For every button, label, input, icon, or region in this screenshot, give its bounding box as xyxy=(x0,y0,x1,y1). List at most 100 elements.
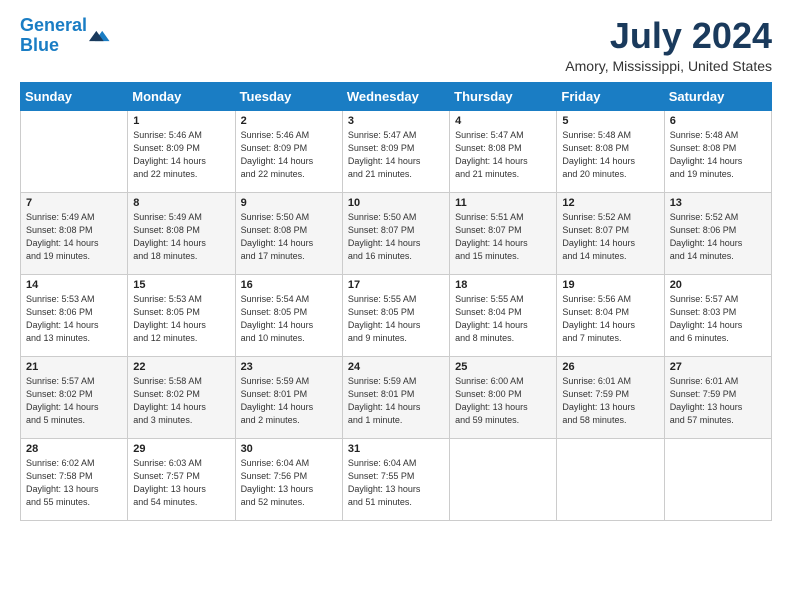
day-cell: 17 Sunrise: 5:55 AM Sunset: 8:05 PM Dayli… xyxy=(342,274,449,356)
day-cell: 14 Sunrise: 5:53 AM Sunset: 8:06 PM Dayli… xyxy=(21,274,128,356)
day-info: Sunrise: 5:52 AM Sunset: 8:07 PM Dayligh… xyxy=(562,211,658,263)
day-info: Sunrise: 5:49 AM Sunset: 8:08 PM Dayligh… xyxy=(26,211,122,263)
day-number: 27 xyxy=(670,361,766,373)
week-row-4: 21 Sunrise: 5:57 AM Sunset: 8:02 PM Dayli… xyxy=(21,356,772,438)
day-cell: 11Sunrise: 5:51 AM Sunset: 8:07 PM Dayli… xyxy=(450,192,557,274)
day-number: 16 xyxy=(241,279,337,291)
day-number: 21 xyxy=(26,361,122,373)
day-info: Sunrise: 5:55 AM Sunset: 8:05 PM Dayligh… xyxy=(348,293,444,345)
day-info: Sunrise: 6:01 AM Sunset: 7:59 PM Dayligh… xyxy=(562,375,658,427)
day-number: 5 xyxy=(562,115,658,127)
day-cell: 21 Sunrise: 5:57 AM Sunset: 8:02 PM Dayli… xyxy=(21,356,128,438)
day-info: Sunrise: 5:56 AM Sunset: 8:04 PM Dayligh… xyxy=(562,293,658,345)
logo-line1: General xyxy=(20,15,87,35)
day-cell: 7 Sunrise: 5:49 AM Sunset: 8:08 PM Daylig… xyxy=(21,192,128,274)
day-info: Sunrise: 5:50 AM Sunset: 8:07 PM Dayligh… xyxy=(348,211,444,263)
logo: General Blue xyxy=(20,16,111,56)
day-number: 8 xyxy=(133,197,229,209)
day-info: Sunrise: 5:58 AM Sunset: 8:02 PM Dayligh… xyxy=(133,375,229,427)
day-cell: 18Sunrise: 5:55 AM Sunset: 8:04 PM Dayli… xyxy=(450,274,557,356)
day-number: 23 xyxy=(241,361,337,373)
week-row-1: 1Sunrise: 5:46 AM Sunset: 8:09 PM Daylig… xyxy=(21,110,772,192)
day-cell: 27 Sunrise: 6:01 AM Sunset: 7:59 PM Dayli… xyxy=(664,356,771,438)
day-number: 6 xyxy=(670,115,766,127)
weekday-header-wednesday: Wednesday xyxy=(342,82,449,110)
day-cell: 28 Sunrise: 6:02 AM Sunset: 7:58 PM Dayli… xyxy=(21,438,128,520)
week-row-5: 28 Sunrise: 6:02 AM Sunset: 7:58 PM Dayli… xyxy=(21,438,772,520)
day-number: 3 xyxy=(348,115,444,127)
weekday-header-friday: Friday xyxy=(557,82,664,110)
logo-icon xyxy=(89,25,111,47)
weekday-header-saturday: Saturday xyxy=(664,82,771,110)
day-number: 10 xyxy=(348,197,444,209)
logo-line2: Blue xyxy=(20,35,59,55)
day-cell: 19 Sunrise: 5:56 AM Sunset: 8:04 PM Dayli… xyxy=(557,274,664,356)
week-row-3: 14 Sunrise: 5:53 AM Sunset: 8:06 PM Dayli… xyxy=(21,274,772,356)
day-cell: 29 Sunrise: 6:03 AM Sunset: 7:57 PM Dayli… xyxy=(128,438,235,520)
day-info: Sunrise: 6:04 AM Sunset: 7:56 PM Dayligh… xyxy=(241,457,337,509)
calendar-container: General Blue July 2024 Amory, Mississipp… xyxy=(0,0,792,531)
day-info: Sunrise: 5:59 AM Sunset: 8:01 PM Dayligh… xyxy=(348,375,444,427)
day-info: Sunrise: 6:04 AM Sunset: 7:55 PM Dayligh… xyxy=(348,457,444,509)
day-info: Sunrise: 5:52 AM Sunset: 8:06 PM Dayligh… xyxy=(670,211,766,263)
day-info: Sunrise: 6:03 AM Sunset: 7:57 PM Dayligh… xyxy=(133,457,229,509)
day-number: 24 xyxy=(348,361,444,373)
day-info: Sunrise: 5:50 AM Sunset: 8:08 PM Dayligh… xyxy=(241,211,337,263)
day-number: 4 xyxy=(455,115,551,127)
day-info: Sunrise: 6:01 AM Sunset: 7:59 PM Dayligh… xyxy=(670,375,766,427)
day-info: Sunrise: 5:47 AM Sunset: 8:09 PM Dayligh… xyxy=(348,129,444,181)
day-cell: 12 Sunrise: 5:52 AM Sunset: 8:07 PM Dayli… xyxy=(557,192,664,274)
header: General Blue July 2024 Amory, Mississipp… xyxy=(20,16,772,74)
day-cell: 3 Sunrise: 5:47 AM Sunset: 8:09 PM Daylig… xyxy=(342,110,449,192)
weekday-header-monday: Monday xyxy=(128,82,235,110)
month-title: July 2024 xyxy=(565,16,772,56)
day-info: Sunrise: 5:53 AM Sunset: 8:06 PM Dayligh… xyxy=(26,293,122,345)
day-info: Sunrise: 5:53 AM Sunset: 8:05 PM Dayligh… xyxy=(133,293,229,345)
day-number: 18 xyxy=(455,279,551,291)
day-info: Sunrise: 6:00 AM Sunset: 8:00 PM Dayligh… xyxy=(455,375,551,427)
day-number: 15 xyxy=(133,279,229,291)
day-number: 25 xyxy=(455,361,551,373)
day-number: 29 xyxy=(133,443,229,455)
day-number: 17 xyxy=(348,279,444,291)
day-number: 19 xyxy=(562,279,658,291)
day-cell: 9 Sunrise: 5:50 AM Sunset: 8:08 PM Daylig… xyxy=(235,192,342,274)
day-cell: 23 Sunrise: 5:59 AM Sunset: 8:01 PM Dayli… xyxy=(235,356,342,438)
day-cell: 13Sunrise: 5:52 AM Sunset: 8:06 PM Dayli… xyxy=(664,192,771,274)
day-number: 30 xyxy=(241,443,337,455)
day-cell: 15 Sunrise: 5:53 AM Sunset: 8:05 PM Dayli… xyxy=(128,274,235,356)
day-number: 20 xyxy=(670,279,766,291)
day-info: Sunrise: 6:02 AM Sunset: 7:58 PM Dayligh… xyxy=(26,457,122,509)
day-info: Sunrise: 5:59 AM Sunset: 8:01 PM Dayligh… xyxy=(241,375,337,427)
day-info: Sunrise: 5:46 AM Sunset: 8:09 PM Dayligh… xyxy=(133,129,229,181)
day-cell xyxy=(450,438,557,520)
weekday-header-thursday: Thursday xyxy=(450,82,557,110)
day-info: Sunrise: 5:57 AM Sunset: 8:03 PM Dayligh… xyxy=(670,293,766,345)
day-cell: 31Sunrise: 6:04 AM Sunset: 7:55 PM Dayli… xyxy=(342,438,449,520)
calendar-table: SundayMondayTuesdayWednesdayThursdayFrid… xyxy=(20,82,772,521)
day-number: 14 xyxy=(26,279,122,291)
day-number: 2 xyxy=(241,115,337,127)
day-cell: 1Sunrise: 5:46 AM Sunset: 8:09 PM Daylig… xyxy=(128,110,235,192)
day-info: Sunrise: 5:57 AM Sunset: 8:02 PM Dayligh… xyxy=(26,375,122,427)
day-number: 9 xyxy=(241,197,337,209)
day-number: 28 xyxy=(26,443,122,455)
day-info: Sunrise: 5:47 AM Sunset: 8:08 PM Dayligh… xyxy=(455,129,551,181)
day-cell: 5 Sunrise: 5:48 AM Sunset: 8:08 PM Daylig… xyxy=(557,110,664,192)
weekday-header-sunday: Sunday xyxy=(21,82,128,110)
day-info: Sunrise: 5:51 AM Sunset: 8:07 PM Dayligh… xyxy=(455,211,551,263)
title-block: July 2024 Amory, Mississippi, United Sta… xyxy=(565,16,772,74)
day-cell: 24 Sunrise: 5:59 AM Sunset: 8:01 PM Dayli… xyxy=(342,356,449,438)
day-info: Sunrise: 5:48 AM Sunset: 8:08 PM Dayligh… xyxy=(670,129,766,181)
weekday-header-tuesday: Tuesday xyxy=(235,82,342,110)
day-cell: 4 Sunrise: 5:47 AM Sunset: 8:08 PM Daylig… xyxy=(450,110,557,192)
day-info: Sunrise: 5:48 AM Sunset: 8:08 PM Dayligh… xyxy=(562,129,658,181)
day-cell: 10 Sunrise: 5:50 AM Sunset: 8:07 PM Dayli… xyxy=(342,192,449,274)
day-number: 7 xyxy=(26,197,122,209)
day-info: Sunrise: 5:49 AM Sunset: 8:08 PM Dayligh… xyxy=(133,211,229,263)
logo-text: General Blue xyxy=(20,16,87,56)
day-number: 22 xyxy=(133,361,229,373)
day-number: 12 xyxy=(562,197,658,209)
day-cell: 26 Sunrise: 6:01 AM Sunset: 7:59 PM Dayli… xyxy=(557,356,664,438)
day-number: 26 xyxy=(562,361,658,373)
